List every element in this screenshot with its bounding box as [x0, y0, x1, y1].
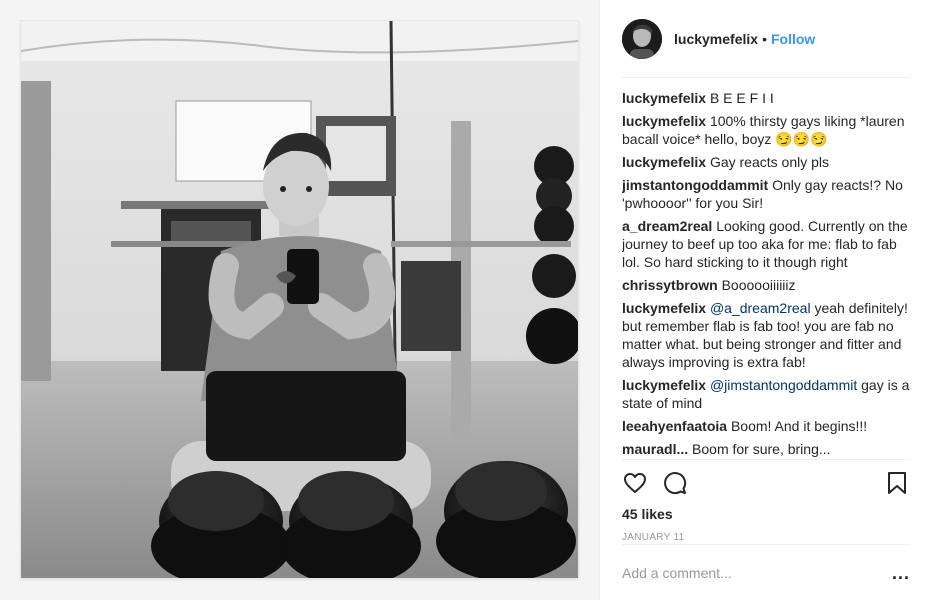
separator-dot: •	[762, 30, 767, 47]
comment-text: B E E F I I	[709, 90, 774, 106]
likes-count[interactable]: 45 likes	[622, 506, 910, 522]
comment-username[interactable]: a_dream2real	[622, 218, 712, 234]
post-header: luckymefelix • Follow	[622, 0, 910, 78]
gym-selfie-image	[21, 21, 578, 578]
comment-text: Gay reacts only pls	[709, 154, 830, 170]
comment-icon	[664, 472, 687, 495]
avatar[interactable]	[622, 18, 662, 59]
comment-text: Boom for sure, bring...	[692, 441, 831, 457]
comment-mention[interactable]: @a_dream2real	[710, 300, 811, 316]
comment-mention[interactable]: @jimstantongoddammit	[710, 377, 857, 393]
comments-list[interactable]: luckymefelix B E E F I I luckymefelix 10…	[622, 78, 910, 460]
post-username[interactable]: luckymefelix	[674, 31, 758, 47]
comment-item: luckymefelix B E E F I I	[622, 89, 910, 107]
more-options-button[interactable]: ...	[892, 564, 910, 582]
comment-username[interactable]: jimstantongoddammit	[622, 177, 768, 193]
comment-text: Boom! And it begins!!!	[730, 418, 868, 434]
comment-item: luckymefelix @jimstantongoddammit gay is…	[622, 376, 910, 412]
like-button[interactable]	[622, 470, 648, 496]
comment-username[interactable]: luckymefelix	[622, 113, 706, 129]
comment-button[interactable]	[662, 470, 688, 496]
comment-item: a_dream2real Looking good. Currently on …	[622, 217, 910, 271]
bookmark-icon	[888, 472, 906, 494]
comment-item: jimstantongoddammit Only gay reacts!? No…	[622, 176, 910, 212]
instagram-post: luckymefelix • Follow luckymefelix B E E…	[0, 0, 932, 600]
comment-input[interactable]	[622, 564, 892, 581]
comment-username[interactable]: luckymefelix	[622, 377, 706, 393]
comment-username[interactable]: luckymefelix	[622, 300, 706, 316]
comment-username[interactable]: chrissytbrown	[622, 277, 718, 293]
post-photo[interactable]	[21, 21, 578, 578]
comment-text: Boooooiiiiiiz	[721, 277, 796, 293]
avatar-image	[622, 18, 662, 59]
media-area	[0, 0, 600, 600]
comment-username[interactable]: mauradl...	[622, 441, 688, 457]
comment-composer: ...	[622, 544, 910, 600]
comment-item: luckymefelix 100% thirsty gays liking *l…	[622, 112, 910, 148]
comment-item: luckymefelix Gay reacts only pls	[622, 153, 910, 171]
comment-item: mauradl... Boom for sure, bring...	[622, 440, 910, 458]
post-date[interactable]: JANUARY 11	[622, 532, 910, 543]
comment-item: leeahyenfaatoia Boom! And it begins!!!	[622, 417, 910, 435]
follow-button[interactable]: Follow	[771, 31, 815, 47]
heart-icon	[624, 473, 646, 493]
comment-username[interactable]: leeahyenfaatoia	[622, 418, 727, 434]
comment-username[interactable]: luckymefelix	[622, 90, 706, 106]
comment-item: chrissytbrown Boooooiiiiiiz	[622, 276, 910, 294]
side-panel: luckymefelix • Follow luckymefelix B E E…	[600, 0, 932, 600]
comment-item: luckymefelix @a_dream2real yeah definite…	[622, 299, 910, 371]
action-bar	[622, 460, 910, 500]
save-button[interactable]	[884, 470, 910, 496]
comment-username[interactable]: luckymefelix	[622, 154, 706, 170]
